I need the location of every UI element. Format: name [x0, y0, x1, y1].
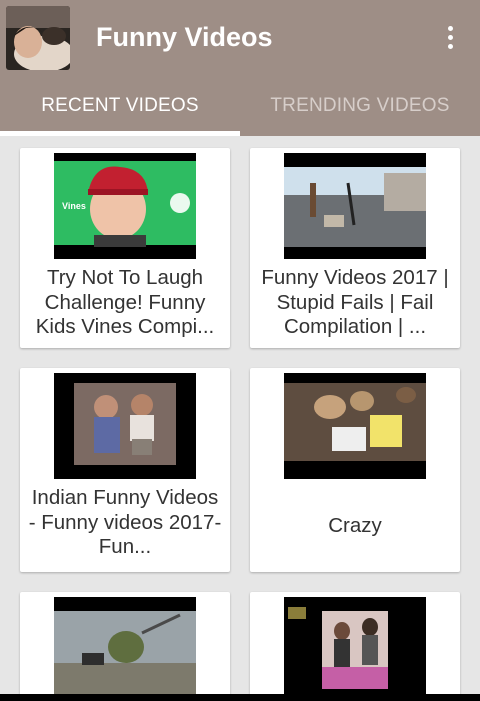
app-bar: Funny Videos RECENT VIDEOS TRENDING VIDE… [0, 0, 480, 136]
app-logo-icon [6, 6, 70, 70]
video-thumbnail[interactable] [54, 597, 196, 694]
tab-trending-videos[interactable]: TRENDING VIDEOS [240, 84, 480, 136]
video-card[interactable] [20, 592, 230, 694]
video-title: Indian Funny Videos - Funny videos 2017-… [28, 486, 222, 558]
bottom-edge [0, 694, 480, 701]
video-title: Try Not To Laugh Challenge! Funny Kids V… [35, 266, 215, 338]
video-thumbnail[interactable] [284, 153, 426, 259]
video-thumbnail[interactable] [54, 373, 196, 479]
video-title: Crazy [328, 514, 382, 537]
app-title: Funny Videos [96, 22, 273, 52]
video-card[interactable]: Crazy [250, 368, 460, 572]
video-thumbnail[interactable] [284, 373, 426, 479]
overflow-menu-icon[interactable] [432, 18, 468, 56]
video-grid[interactable]: Vines Try Not To Laugh Challenge! Funny … [0, 136, 480, 694]
video-card[interactable]: Vines Try Not To Laugh Challenge! Funny … [20, 148, 230, 348]
video-card[interactable]: Funny Videos 2017 | Stupid Fails | Fail … [250, 148, 460, 348]
video-title: Funny Videos 2017 | Stupid Fails | Fail … [261, 266, 449, 338]
video-card[interactable] [250, 592, 460, 694]
thumbnail-watermark: Vines [62, 201, 86, 211]
video-card[interactable]: Indian Funny Videos - Funny videos 2017-… [20, 368, 230, 572]
tab-recent-videos[interactable]: RECENT VIDEOS [0, 84, 240, 136]
video-thumbnail[interactable] [284, 597, 426, 694]
video-thumbnail[interactable]: Vines [54, 153, 196, 259]
